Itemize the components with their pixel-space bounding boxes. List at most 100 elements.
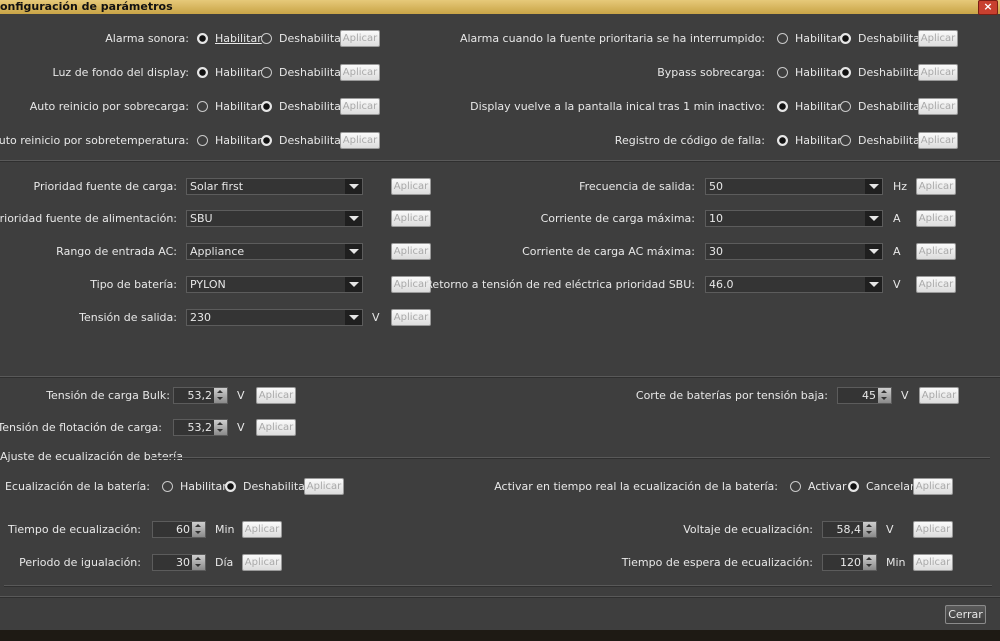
radio-label: Deshabilitar: [858, 100, 925, 113]
equalization-period-spinner[interactable]: 30: [152, 554, 206, 571]
section-border-bottom: [4, 585, 992, 587]
apply-button[interactable]: Aplicar: [391, 243, 431, 260]
output-frequency-select[interactable]: 50: [705, 178, 883, 195]
apply-button[interactable]: Aplicar: [340, 64, 380, 81]
radio-habilitar[interactable]: [197, 101, 208, 112]
radio-habilitar[interactable]: [162, 481, 173, 492]
radio-deshabilitar[interactable]: [261, 67, 272, 78]
row-label: Registro de código de falla:: [614, 134, 765, 147]
radio-label: Deshabilitar: [858, 134, 925, 147]
radio-label: Habilitar: [215, 100, 262, 113]
radio-deshabilitar[interactable]: [840, 67, 851, 78]
bulk-voltage-spinner[interactable]: 53,2: [173, 387, 228, 404]
close-dialog-button[interactable]: Cerrar: [945, 605, 986, 624]
apply-button[interactable]: Aplicar: [391, 178, 431, 195]
radio-label: Deshabilitar: [243, 480, 310, 493]
row-label: Alarma cuando la fuente prioritaria se h…: [459, 32, 765, 45]
battery-type-select[interactable]: PYLON: [186, 276, 363, 293]
spinner-arrows-icon[interactable]: [192, 522, 205, 537]
apply-button[interactable]: Aplicar: [916, 276, 956, 293]
max-charge-current-select[interactable]: 10: [705, 210, 883, 227]
apply-button[interactable]: Aplicar: [918, 64, 958, 81]
radio-deshabilitar[interactable]: [261, 33, 272, 44]
apply-button[interactable]: Aplicar: [304, 478, 344, 495]
radio-habilitar[interactable]: [777, 67, 788, 78]
radio-label: Deshabilitar: [279, 134, 346, 147]
row-label: Tensión de salida:: [79, 311, 177, 324]
apply-button[interactable]: Aplicar: [916, 210, 956, 227]
chevron-down-icon: [865, 244, 882, 259]
radio-deshabilitar[interactable]: [840, 33, 851, 44]
chevron-down-icon: [865, 277, 882, 292]
spinner-arrows-icon[interactable]: [863, 522, 876, 537]
row-label: Corriente de carga AC máxima:: [522, 245, 695, 258]
apply-button[interactable]: Aplicar: [913, 521, 953, 538]
row-label: Tensión de carga Bulk:: [46, 389, 170, 402]
spinner-arrows-icon[interactable]: [878, 388, 891, 403]
max-ac-charge-current-select[interactable]: 30: [705, 243, 883, 260]
row-label: Alarma sonora:: [105, 32, 189, 45]
apply-button[interactable]: Aplicar: [340, 30, 380, 47]
chevron-down-icon: [865, 211, 882, 226]
apply-button[interactable]: Aplicar: [918, 98, 958, 115]
row-label: Rango de entrada AC:: [56, 245, 177, 258]
radio-habilitar[interactable]: [777, 101, 788, 112]
apply-button[interactable]: Aplicar: [918, 132, 958, 149]
radio-label: Deshabilitar: [279, 66, 346, 79]
unit-label: Día: [215, 556, 234, 569]
radio-activar[interactable]: [790, 481, 801, 492]
radio-habilitar[interactable]: [197, 67, 208, 78]
radio-deshabilitar[interactable]: [840, 101, 851, 112]
spinner-arrows-icon[interactable]: [214, 388, 227, 403]
apply-button[interactable]: Aplicar: [919, 387, 959, 404]
radio-deshabilitar[interactable]: [840, 135, 851, 146]
radio-cancelar[interactable]: [848, 481, 859, 492]
cutoff-voltage-spinner[interactable]: 45: [837, 387, 892, 404]
apply-button[interactable]: Aplicar: [340, 132, 380, 149]
apply-button[interactable]: Aplicar: [340, 98, 380, 115]
float-voltage-spinner[interactable]: 53,2: [173, 419, 228, 436]
spinner-arrows-icon[interactable]: [863, 555, 876, 570]
unit-label: Min: [886, 556, 906, 569]
load-priority-select[interactable]: Solar first: [186, 178, 363, 195]
chevron-down-icon: [865, 179, 882, 194]
radio-label: Habilitar: [215, 134, 262, 147]
radio-habilitar[interactable]: [777, 135, 788, 146]
divider: [0, 596, 1000, 598]
title-bar: onfiguración de parámetros ×: [0, 0, 1000, 15]
spinner-arrows-icon[interactable]: [214, 420, 227, 435]
equalization-time-spinner[interactable]: 60: [152, 521, 206, 538]
radio-label: Habilitar: [795, 32, 842, 45]
equalization-voltage-spinner[interactable]: 58,4: [822, 521, 877, 538]
ac-range-select[interactable]: Appliance: [186, 243, 363, 260]
chevron-down-icon: [345, 179, 362, 194]
row-label: Corte de baterías por tensión baja:: [635, 389, 828, 402]
row-label: Tensión de flotación de carga:: [0, 421, 162, 434]
radio-label: Cancelar: [866, 480, 915, 493]
radio-habilitar[interactable]: [197, 135, 208, 146]
equalization-timeout-spinner[interactable]: 120: [822, 554, 877, 571]
apply-button[interactable]: Aplicar: [391, 210, 431, 227]
radio-label: Habilitar: [180, 480, 227, 493]
close-window-button[interactable]: ×: [978, 0, 998, 15]
sbu-return-voltage-select[interactable]: 46.0: [705, 276, 883, 293]
radio-deshabilitar[interactable]: [225, 481, 236, 492]
radio-deshabilitar[interactable]: [261, 101, 272, 112]
spinner-arrows-icon[interactable]: [192, 555, 205, 570]
apply-button[interactable]: Aplicar: [391, 309, 431, 326]
divider: [0, 376, 1000, 378]
apply-button[interactable]: Aplicar: [242, 554, 282, 571]
apply-button[interactable]: Aplicar: [242, 521, 282, 538]
apply-button[interactable]: Aplicar: [913, 478, 953, 495]
supply-priority-select[interactable]: SBU: [186, 210, 363, 227]
radio-habilitar[interactable]: [777, 33, 788, 44]
radio-deshabilitar[interactable]: [261, 135, 272, 146]
apply-button[interactable]: Aplicar: [256, 387, 296, 404]
apply-button[interactable]: Aplicar: [913, 554, 953, 571]
radio-habilitar[interactable]: [197, 33, 208, 44]
apply-button[interactable]: Aplicar: [256, 419, 296, 436]
apply-button[interactable]: Aplicar: [916, 178, 956, 195]
output-voltage-select[interactable]: 230: [186, 309, 363, 326]
apply-button[interactable]: Aplicar: [916, 243, 956, 260]
apply-button[interactable]: Aplicar: [918, 30, 958, 47]
